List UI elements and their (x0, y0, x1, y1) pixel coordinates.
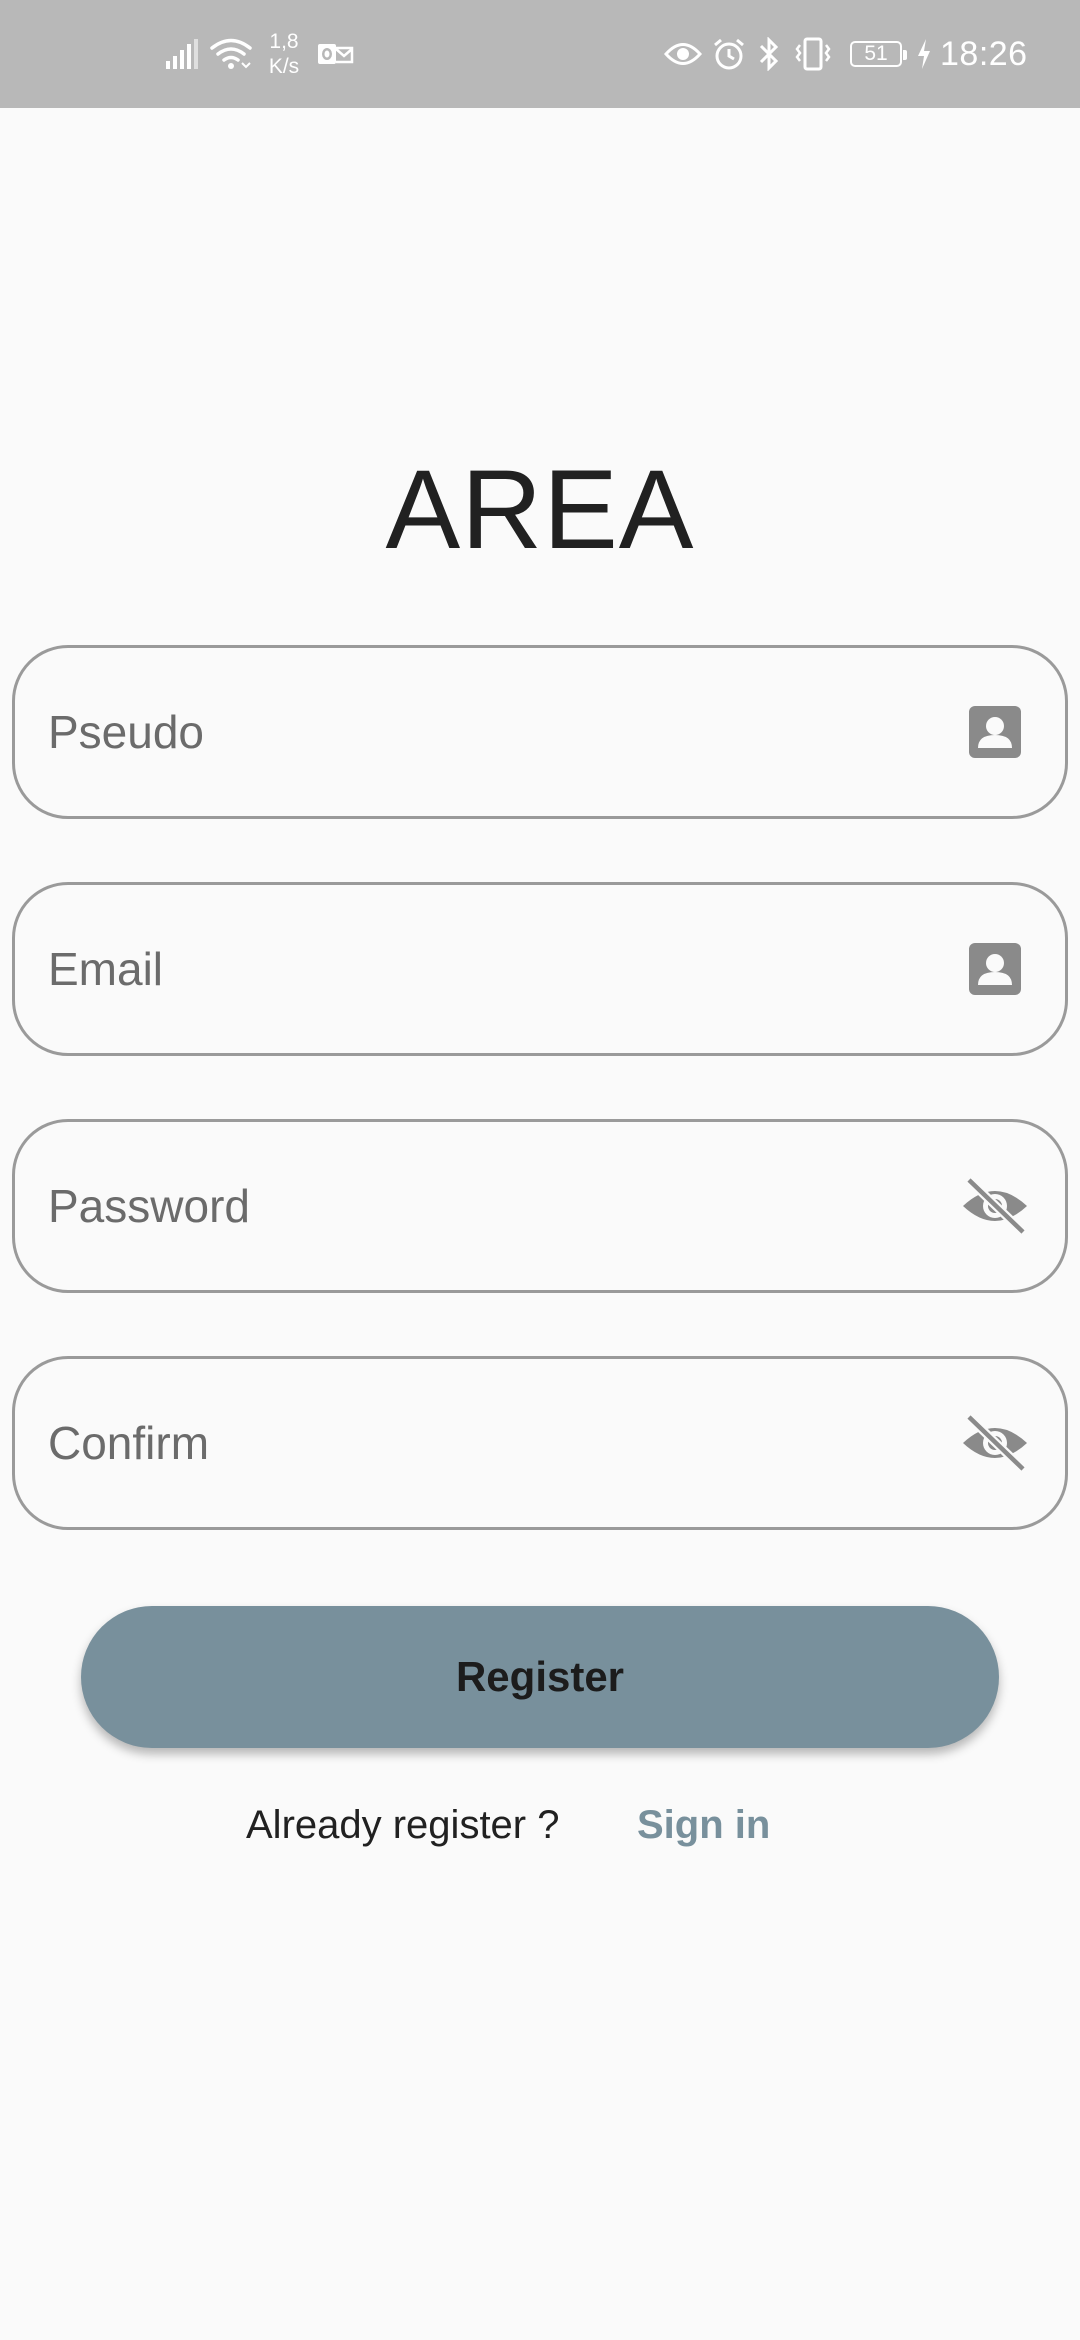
clock: 18:26 (940, 34, 1028, 73)
network-speed-value: 1,8 (269, 30, 299, 53)
battery-level: 51 (850, 41, 907, 67)
register-button[interactable]: Register (81, 1606, 999, 1748)
contact-icon (955, 692, 1035, 772)
battery-icon: 51 (850, 0, 907, 108)
password-field[interactable] (12, 1119, 1068, 1293)
confirm-input[interactable] (15, 1359, 955, 1527)
app-title: AREA (385, 447, 695, 572)
network-speed: 1,8 K/s (264, 0, 304, 108)
signal-icon (166, 0, 200, 108)
pseudo-input[interactable] (15, 648, 955, 816)
sign-in-prompt: Already register ? Sign in (0, 1790, 1080, 1860)
status-bar: 1,8 K/s 51 18:26 (0, 0, 1080, 108)
email-field[interactable] (12, 882, 1068, 1056)
contact-icon (955, 929, 1035, 1009)
visibility-off-icon[interactable] (955, 1403, 1035, 1483)
already-register-text: Already register ? (246, 1803, 560, 1847)
bluetooth-icon (758, 0, 780, 108)
pseudo-field[interactable] (12, 645, 1068, 819)
password-input[interactable] (15, 1122, 955, 1290)
confirm-field[interactable] (12, 1356, 1068, 1530)
email-input[interactable] (15, 885, 955, 1053)
outlook-icon (318, 0, 354, 108)
visibility-off-icon[interactable] (955, 1166, 1035, 1246)
eye-comfort-icon (664, 0, 702, 108)
network-speed-unit: K/s (268, 55, 300, 78)
charging-icon (916, 0, 932, 108)
vibrate-icon (792, 0, 834, 108)
sign-in-link[interactable]: Sign in (637, 1790, 770, 1860)
wifi-icon (210, 0, 252, 108)
alarm-icon (712, 0, 746, 108)
